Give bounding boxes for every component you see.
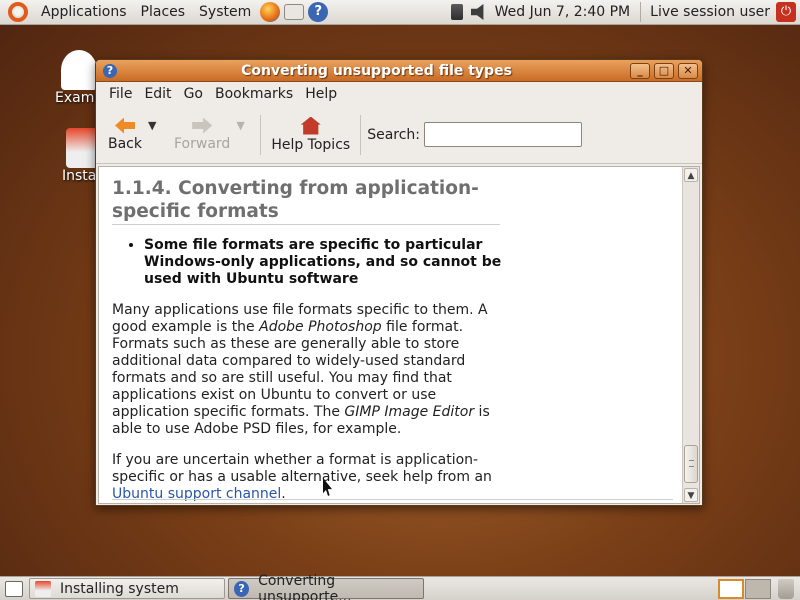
menu-file[interactable]: File [103, 86, 138, 102]
forward-history-dropdown[interactable]: ▼ [236, 119, 250, 132]
places-menu[interactable]: Places [134, 4, 193, 20]
workspace-switcher [717, 578, 771, 599]
scrollbar-thumb[interactable] [684, 445, 698, 483]
minimize-button[interactable]: _ [630, 62, 650, 79]
maximize-button[interactable]: □ [654, 62, 674, 79]
top-panel: Applications Places System ? Wed Jun 7, … [0, 0, 800, 25]
toolbar: Back ▼ Forward ▼ Help Topics Search: [96, 106, 702, 164]
task-installing-system[interactable]: Installing system [29, 578, 225, 599]
paragraph-text: If you are uncertain whether a format is… [112, 452, 492, 485]
menu-help[interactable]: Help [299, 86, 343, 102]
back-arrow-icon [115, 117, 135, 134]
bullet-list: Some file formats are specific to partic… [144, 237, 502, 288]
home-icon [300, 116, 321, 135]
window-help-icon[interactable]: ? [103, 63, 117, 78]
help-content[interactable]: 1.1.4. Converting from application-speci… [98, 166, 700, 504]
network-icon[interactable] [450, 4, 463, 20]
clock[interactable]: Wed Jun 7, 2:40 PM [491, 4, 641, 20]
back-label: Back [108, 135, 142, 152]
toolbar-separator [360, 114, 362, 155]
task-help-window[interactable]: ? Converting unsupporte... [228, 573, 424, 600]
window-title: Converting unsupported file types [241, 62, 512, 79]
task-label: Installing system [60, 580, 179, 597]
search-input[interactable] [424, 122, 583, 147]
close-button[interactable]: ✕ [678, 62, 698, 79]
workspace-2[interactable] [745, 578, 771, 599]
grip-icon [689, 460, 694, 467]
firefox-icon[interactable] [260, 2, 281, 22]
help-icon[interactable]: ? [308, 2, 329, 22]
bullet-item: Some file formats are specific to partic… [144, 237, 502, 288]
paragraph: If you are uncertain whether a format is… [112, 452, 502, 503]
back-button[interactable]: Back [102, 117, 148, 152]
window-titlebar[interactable]: ? Converting unsupported file types _ □ … [96, 60, 702, 82]
menubar: File Edit Go Bookmarks Help [96, 82, 702, 106]
help-window: ? Converting unsupported file types _ □ … [95, 59, 703, 506]
trash-icon[interactable] [778, 578, 794, 599]
ubuntu-logo-icon[interactable] [8, 2, 28, 22]
emphasis-text: Adobe Photoshop [259, 319, 382, 335]
menu-edit[interactable]: Edit [138, 86, 177, 102]
show-desktop-button[interactable] [5, 580, 23, 597]
forward-button[interactable]: Forward [168, 117, 236, 152]
volume-icon[interactable] [470, 4, 484, 20]
divider [112, 499, 673, 500]
back-history-dropdown[interactable]: ▼ [148, 119, 162, 132]
help-topics-label: Help Topics [271, 136, 351, 153]
user-menu[interactable]: Live session user [641, 4, 776, 20]
installer-icon [35, 580, 51, 597]
emphasis-text: GIMP Image Editor [344, 404, 475, 420]
forward-arrow-icon [192, 117, 213, 134]
help-topics-button[interactable]: Help Topics [265, 116, 356, 153]
mail-icon[interactable] [284, 4, 305, 20]
menu-go[interactable]: Go [178, 86, 209, 102]
forward-label: Forward [174, 135, 231, 152]
section-heading: 1.1.4. Converting from application-speci… [112, 177, 500, 225]
scroll-down-button[interactable]: ▼ [684, 488, 698, 502]
search-label: Search: [367, 126, 421, 143]
applications-menu[interactable]: Applications [34, 4, 134, 20]
vertical-scrollbar[interactable]: ▲ ▼ [682, 167, 699, 503]
help-icon: ? [234, 580, 250, 597]
document: 1.1.4. Converting from application-speci… [112, 177, 502, 503]
menu-bookmarks[interactable]: Bookmarks [209, 86, 299, 102]
task-label: Converting unsupporte... [258, 572, 352, 600]
scroll-up-button[interactable]: ▲ [684, 168, 698, 182]
toolbar-separator [260, 114, 262, 155]
bottom-panel: Installing system ? Converting unsupport… [0, 573, 800, 600]
power-icon[interactable]: ⏻ [776, 2, 796, 22]
system-menu[interactable]: System [192, 4, 258, 20]
paragraph: Many applications use file formats speci… [112, 302, 502, 438]
examples-icon [61, 50, 97, 90]
install-icon [66, 128, 98, 168]
workspace-1[interactable] [718, 578, 744, 599]
